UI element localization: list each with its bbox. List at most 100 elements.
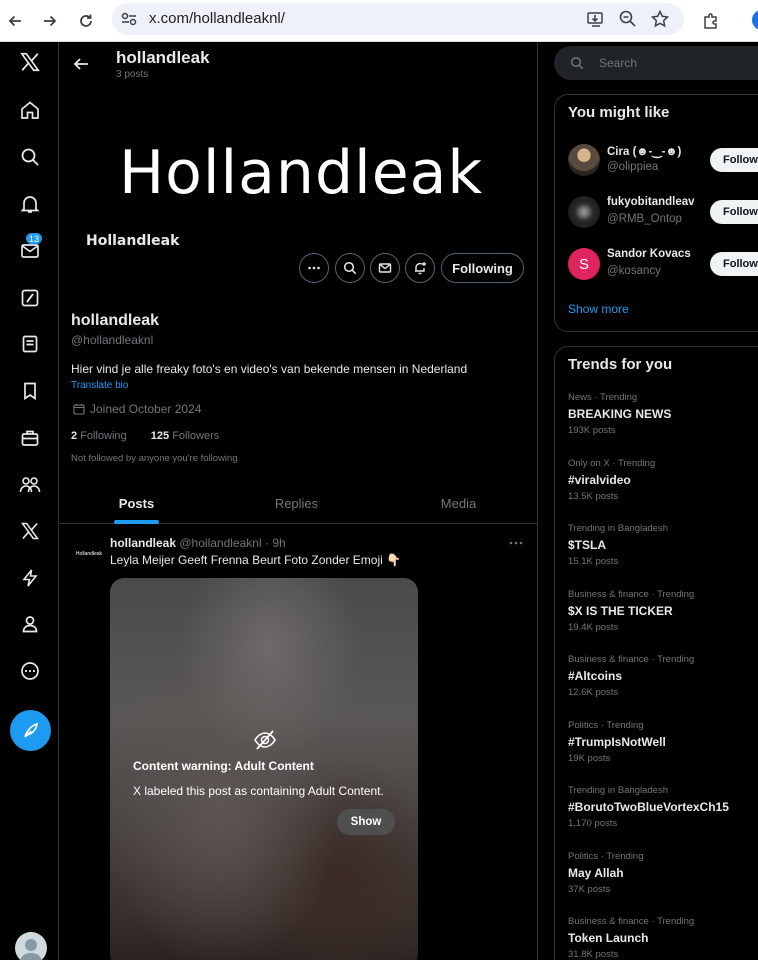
- nav-bookmarks[interactable]: [10, 371, 50, 411]
- address-bar[interactable]: x.com/hollandleaknl/: [112, 3, 684, 35]
- user-name[interactable]: Sandor Kovacs: [607, 248, 691, 260]
- search-profile-button[interactable]: [335, 253, 365, 283]
- trend-topic[interactable]: Token Launch: [568, 931, 758, 945]
- following-button[interactable]: Following: [441, 253, 524, 283]
- trend-topic[interactable]: $TSLA: [568, 538, 758, 552]
- trend-topic[interactable]: May Allah: [568, 866, 758, 880]
- trend-count: 19K posts: [568, 753, 611, 764]
- compose-post-button[interactable]: [10, 710, 51, 751]
- follow-button[interactable]: Follow: [710, 252, 758, 276]
- trend-context: News · Trending: [568, 392, 638, 403]
- nav-messages[interactable]: [10, 231, 50, 271]
- post-author-avatar[interactable]: Hollandleak: [71, 536, 107, 572]
- trend-topic[interactable]: #TrumpIsNotWell: [568, 735, 758, 749]
- tab-replies[interactable]: Replies: [214, 482, 379, 524]
- browser-reload-button[interactable]: [72, 7, 100, 35]
- followers-label: Followers: [172, 430, 220, 442]
- user-name[interactable]: Cira (☻-‿-☻): [607, 144, 681, 158]
- suggested-user[interactable]: S Sandor Kovacs @kosancy Follow: [555, 244, 758, 284]
- grok-icon: [21, 289, 39, 307]
- more-options-button[interactable]: [299, 253, 329, 283]
- post-time[interactable]: 9h: [272, 536, 285, 550]
- trend-item[interactable]: Trending in Bangladesh $TSLA 15.1K posts: [568, 523, 758, 567]
- notify-button[interactable]: [405, 253, 435, 283]
- follow-button[interactable]: Follow: [710, 148, 758, 172]
- profile-tabs: Posts Replies Media: [59, 482, 537, 524]
- post-author-name[interactable]: hollandleak: [110, 536, 176, 550]
- bell-icon: [20, 196, 40, 213]
- nav-more[interactable]: [10, 651, 50, 691]
- post-author-handle[interactable]: @hollandleaknl: [179, 536, 261, 550]
- nav-notifications[interactable]: [10, 184, 50, 224]
- profile-column: hollandleak 3 posts Hollandleak Hollandl…: [59, 42, 538, 960]
- user-avatar[interactable]: S: [568, 248, 600, 280]
- nav-premium[interactable]: [10, 511, 50, 551]
- follow-button[interactable]: Follow: [710, 200, 758, 224]
- user-avatar[interactable]: [568, 144, 600, 176]
- search-input[interactable]: Search: [554, 46, 758, 80]
- trend-item[interactable]: Only on X · Trending #viralvideo 13.5K p…: [568, 458, 758, 502]
- trend-count: 19.4K posts: [568, 622, 619, 633]
- browser-profile-avatar[interactable]: [752, 10, 758, 30]
- tab-posts[interactable]: Posts: [59, 482, 214, 524]
- search-placeholder: Search: [599, 56, 638, 70]
- trend-item[interactable]: News · Trending BREAKING NEWS 193K posts: [568, 392, 758, 436]
- trend-context: Trending in Bangladesh: [568, 523, 668, 534]
- nav-verified-orgs[interactable]: [10, 558, 50, 598]
- tab-media[interactable]: Media: [379, 482, 537, 524]
- nav-grok[interactable]: [10, 278, 50, 318]
- bell-plus-icon: [415, 262, 426, 275]
- back-arrow-icon[interactable]: [71, 54, 91, 74]
- install-app-icon[interactable]: [586, 9, 606, 29]
- nav-profile[interactable]: [10, 604, 50, 644]
- trend-topic[interactable]: #BorutoTwoBlueVortexCh15: [568, 800, 758, 814]
- suggested-user[interactable]: Cira (☻-‿-☻) @olippiea Follow: [555, 140, 758, 180]
- trend-topic[interactable]: #viralvideo: [568, 473, 758, 487]
- extensions-button[interactable]: [697, 7, 725, 35]
- zoom-icon[interactable]: [618, 9, 638, 29]
- message-button[interactable]: [370, 253, 400, 283]
- post-media-blurred[interactable]: Content warning: Adult Content X labeled…: [110, 578, 418, 960]
- trend-item[interactable]: Politics · Trending May Allah 37K posts: [568, 851, 758, 895]
- show-content-button[interactable]: Show: [337, 809, 395, 835]
- browser-forward-button[interactable]: [36, 7, 64, 35]
- trend-topic[interactable]: BREAKING NEWS: [568, 407, 758, 421]
- trend-item[interactable]: Trending in Bangladesh #BorutoTwoBlueVor…: [568, 785, 758, 829]
- following-link[interactable]: 2 Following: [71, 430, 127, 442]
- browser-toolbar: x.com/hollandleaknl/: [0, 0, 758, 42]
- trend-count: 193K posts: [568, 425, 616, 436]
- trend-topic[interactable]: #Altcoins: [568, 669, 758, 683]
- bookmark-star-icon[interactable]: [650, 9, 670, 29]
- site-settings-icon[interactable]: [120, 10, 138, 28]
- suggested-user[interactable]: fukyobitandleav @RMB_Ontop Follow: [555, 192, 758, 232]
- trend-item[interactable]: Business & finance · Trending $X IS THE …: [568, 589, 758, 633]
- trend-topic[interactable]: $X IS THE TICKER: [568, 604, 758, 618]
- user-avatar[interactable]: [568, 196, 600, 228]
- post[interactable]: Hollandleak hollandleak @hollandleaknl ·…: [59, 524, 537, 960]
- content-warning-title: Content warning: Adult Content: [133, 759, 314, 773]
- more-horizontal-icon[interactable]: [507, 536, 525, 550]
- profile-avatar[interactable]: Hollandleak: [86, 233, 179, 249]
- followers-link[interactable]: 125 Followers: [151, 430, 220, 442]
- account-avatar[interactable]: [15, 932, 47, 960]
- nav-home[interactable]: [10, 90, 50, 130]
- search-icon: [21, 148, 39, 166]
- trend-context: Business & finance · Trending: [568, 654, 695, 665]
- trend-item[interactable]: Business & finance · Trending #Altcoins …: [568, 654, 758, 698]
- browser-back-button[interactable]: [1, 7, 29, 35]
- nav-jobs[interactable]: [10, 418, 50, 458]
- translate-bio-link[interactable]: Translate bio: [71, 380, 128, 391]
- header-profile-name: hollandleak: [116, 48, 210, 67]
- trend-item[interactable]: Politics · Trending #TrumpIsNotWell 19K …: [568, 720, 758, 764]
- nav-lists[interactable]: [10, 324, 50, 364]
- not-followed-note: Not followed by anyone you're following: [71, 453, 238, 464]
- url-text[interactable]: x.com/hollandleaknl/: [149, 10, 285, 27]
- user-name[interactable]: fukyobitandleav: [607, 196, 695, 208]
- x-logo-link[interactable]: [10, 42, 50, 82]
- briefcase-icon: [21, 430, 39, 446]
- nav-communities[interactable]: [10, 465, 50, 505]
- show-more-link[interactable]: Show more: [568, 302, 629, 316]
- nav-explore[interactable]: [10, 137, 50, 177]
- trend-item[interactable]: Business & finance · Trending Token Laun…: [568, 916, 758, 960]
- trend-context: Trending in Bangladesh: [568, 785, 668, 796]
